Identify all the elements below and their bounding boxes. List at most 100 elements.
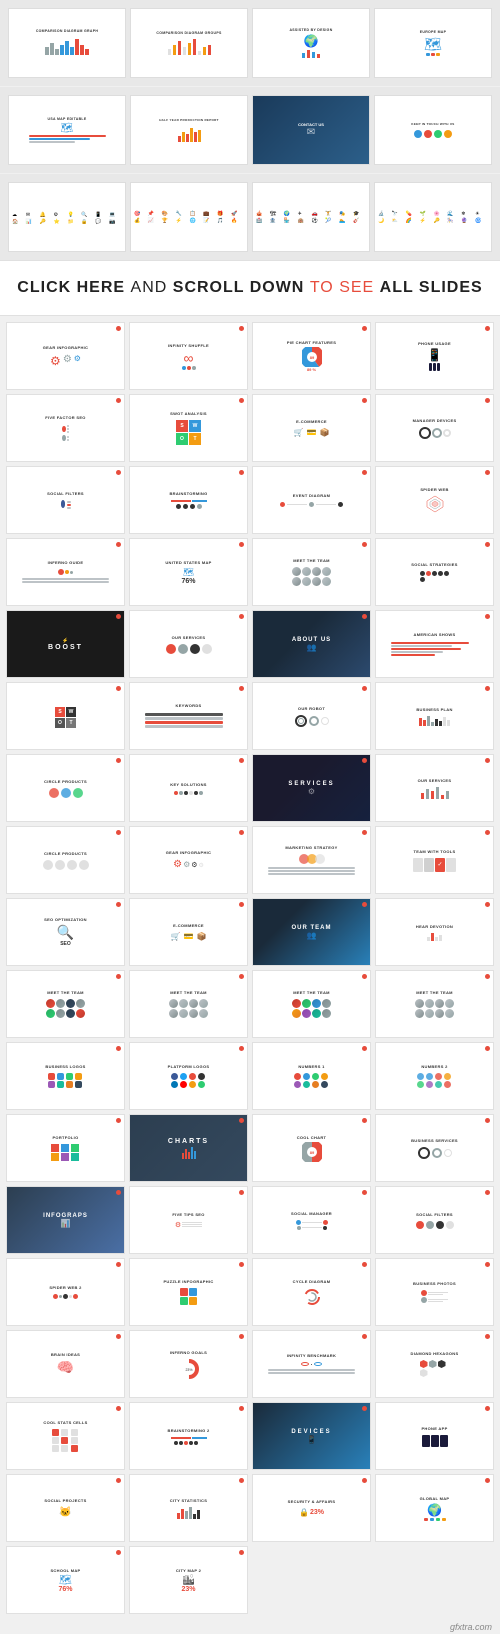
slide-platform-logos[interactable]: Platform Logos: [129, 1042, 248, 1110]
slide-numbers2[interactable]: Numbers 2: [375, 1042, 494, 1110]
slide-cycle[interactable]: Cycle Diagram: [252, 1258, 371, 1326]
banner-item-keepintouch[interactable]: KEEP IN TOUCH WITH US: [374, 95, 492, 165]
slide-social-filters2[interactable]: Social Filters: [375, 1186, 494, 1254]
slide-puzzle[interactable]: Puzzle Infographic: [129, 1258, 248, 1326]
slide-dot: [362, 1334, 367, 1339]
slide-gear-infographic[interactable]: Gear Infographic ⚙ ⚙ ⚙: [6, 322, 125, 390]
slide-about-us[interactable]: ABOUT US 👥: [252, 610, 371, 678]
slide-brainstorm2[interactable]: Brainstorming 2: [129, 1402, 248, 1470]
slide-diamond-hex[interactable]: Diamond Hexagons: [375, 1330, 494, 1398]
slide-inferno-goals[interactable]: Inferno Goals 23%: [129, 1330, 248, 1398]
slide-team-extra[interactable]: Meet The Team: [375, 970, 494, 1038]
slide-title: Meet The Team: [416, 990, 453, 995]
banner-item-3[interactable]: ASSISTED BY DESIGN 🌍: [252, 8, 370, 78]
slide-our-robot[interactable]: Our Robot: [252, 682, 371, 750]
slide-devices[interactable]: DEVICES 📱: [252, 1402, 371, 1470]
slide-dot: [362, 1190, 367, 1195]
banner-item-contact[interactable]: CONTACT US ✉: [252, 95, 370, 165]
banner-item-production[interactable]: HALF YEAR PRODUCTION REPORT: [130, 95, 248, 165]
slide-school-map[interactable]: School Map 🗺 76%: [6, 1546, 125, 1614]
slide-social-projects[interactable]: Social Projects 🐱: [6, 1474, 125, 1542]
slide-meet-team2[interactable]: Meet The Team: [6, 970, 125, 1038]
slide-meet-team3[interactable]: Meet The Team: [129, 970, 248, 1038]
slide-title: Security & Affairs: [288, 1499, 336, 1504]
banner-item-usa[interactable]: USA MAP EDITABLE 🗺: [8, 95, 126, 165]
slide-biz-plan[interactable]: Business Plan: [375, 682, 494, 750]
banner-item-1[interactable]: COMPARISON DIAGRAM GRAPH: [8, 8, 126, 78]
slide-boost[interactable]: ⚡ BOOST: [6, 610, 125, 678]
slide-infinity2[interactable]: Infinity Benchmark: [252, 1330, 371, 1398]
slide-key-solutions[interactable]: Key Solutions: [129, 754, 248, 822]
svg-text:89: 89: [309, 1150, 314, 1155]
slide-hear-devotion[interactable]: Hear Devotion: [375, 898, 494, 966]
slide-infinity-shuffle[interactable]: Infinity Shuffle ∞: [129, 322, 248, 390]
slide-dot: [116, 686, 121, 691]
slide-ecommerce2[interactable]: E-Commerce 🛒 💳 📦: [129, 898, 248, 966]
slide-meet-team4[interactable]: Meet The Team: [252, 970, 371, 1038]
slide-team-tools[interactable]: Team With Tools ✓: [375, 826, 494, 894]
slide-dot: [485, 1046, 490, 1051]
slide-keywords[interactable]: Keywords: [129, 682, 248, 750]
slide-charts[interactable]: CHARTS: [129, 1114, 248, 1182]
slide-ecommerce[interactable]: E-Commerce 🛒 💳 📦: [252, 394, 371, 462]
slide-american-shows[interactable]: American Shows: [375, 610, 494, 678]
slide-portfolio[interactable]: Portfolio: [6, 1114, 125, 1182]
slide-five-tips-seo[interactable]: Five Tips SEO ⚙: [129, 1186, 248, 1254]
slide-swot[interactable]: SWOT Analysis S W O T: [129, 394, 248, 462]
slide-city-map2[interactable]: City Map 2 🏙 23%: [129, 1546, 248, 1614]
slide-gear-infographic2[interactable]: Gear Infographic ⚙ ⚙ ⚙ ⚙: [129, 826, 248, 894]
slide-title: Social Filters: [47, 491, 84, 496]
slide-city-stats[interactable]: City Statistics: [129, 1474, 248, 1542]
slide-biz-services[interactable]: Business Services: [375, 1114, 494, 1182]
slide-brain-ideas[interactable]: Brain Ideas 🧠: [6, 1330, 125, 1398]
slide-event-diagram[interactable]: Event Diagram: [252, 466, 371, 534]
slide-dot: [485, 830, 490, 835]
banner-item-2[interactable]: COMPARISON DIAGRAM GROUPS: [130, 8, 248, 78]
slide-spider-web[interactable]: Spider Web: [375, 466, 494, 534]
banner-item-4[interactable]: EUROPE MAP 🗺: [374, 8, 492, 78]
slide-our-services[interactable]: Our Services: [129, 610, 248, 678]
slide-dot: [485, 1118, 490, 1123]
slide-pie-chart[interactable]: Pie Chart Features 89 89 %: [252, 322, 371, 390]
slide-brainstorm[interactable]: Brainstorming: [129, 466, 248, 534]
slide-dot: [485, 326, 490, 331]
slide-services[interactable]: SERVICES ⚙: [252, 754, 371, 822]
footer-watermark: gfxtra.com: [0, 1620, 500, 1634]
slide-global-map[interactable]: Global Map 🌍: [375, 1474, 494, 1542]
slide-strategies-social[interactable]: Social Strategies: [375, 538, 494, 606]
slide-five-factor-seo[interactable]: Five Factor SEO: [6, 394, 125, 462]
slide-our-team[interactable]: OUR TEAM 👥: [252, 898, 371, 966]
slide-strategies-mkt[interactable]: Marketing Strategy: [252, 826, 371, 894]
slide-title: Social Manager: [291, 1211, 332, 1216]
slide-spider-web2[interactable]: Spider Web 2: [6, 1258, 125, 1326]
slide-phone-career[interactable]: Phone App: [375, 1402, 494, 1470]
slide-title: Five Factor SEO: [45, 415, 85, 420]
slide-cool-stats[interactable]: Cool Stats Cells: [6, 1402, 125, 1470]
slide-social-filters[interactable]: Social Filters: [6, 466, 125, 534]
slide-dot: [485, 1406, 490, 1411]
slide-numbers1[interactable]: Numbers 1: [252, 1042, 371, 1110]
slide-mgr-devices[interactable]: Manager Devices: [375, 394, 494, 462]
icons-4: 🔬🔭💊🌱 🌸🌊❄☀ 🌙⛅🌈⚡ 🔑🎠🔮🌀: [374, 182, 492, 252]
slide-biz-photos[interactable]: Business Photos: [375, 1258, 494, 1326]
slide-title: Diamond Hexagons: [411, 1351, 459, 1356]
click-banner[interactable]: CLICK HERE AND SCROLL DOWN TO SEE ALL SL…: [0, 260, 500, 316]
slide-security[interactable]: Security & Affairs 🔒 23%: [252, 1474, 371, 1542]
slide-phone-usage[interactable]: Phone Usage 📱: [375, 322, 494, 390]
slide-social-mgr[interactable]: Social Manager: [252, 1186, 371, 1254]
slide-circle-products[interactable]: Circle Products: [6, 754, 125, 822]
slide-title: Team With Tools: [414, 849, 456, 854]
slide-dot: [116, 974, 121, 979]
slide-inferno[interactable]: Inferno Guide: [6, 538, 125, 606]
slide-biz-logos[interactable]: Business Logos: [6, 1042, 125, 1110]
slide-title: Infinity Shuffle: [168, 343, 209, 348]
slide-usa-map[interactable]: United States Map 🗺 76%: [129, 538, 248, 606]
slide-our-services3[interactable]: Our Services: [375, 754, 494, 822]
slide-cool-chart[interactable]: Cool Chart 89: [252, 1114, 371, 1182]
slide-dot: [116, 1262, 121, 1267]
slide-circle-great-products[interactable]: Circle Products: [6, 826, 125, 894]
slide-swot2[interactable]: S W O T: [6, 682, 125, 750]
slide-meet-team[interactable]: Meet The Team: [252, 538, 371, 606]
slide-infograps[interactable]: INFOGRAPS 📊: [6, 1186, 125, 1254]
slide-seo[interactable]: SEO Optimization 🔍 SEO: [6, 898, 125, 966]
